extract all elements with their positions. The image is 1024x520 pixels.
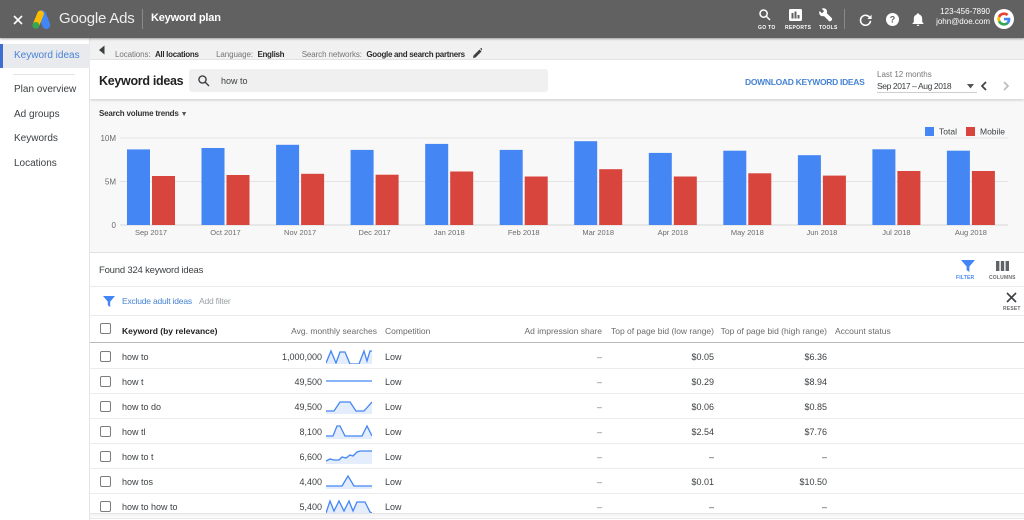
svg-text:Jun 2018: Jun 2018 [806, 228, 837, 237]
svg-text:Apr 2018: Apr 2018 [658, 228, 688, 237]
svg-text:Oct 2017: Oct 2017 [210, 228, 240, 237]
svg-text:10M: 10M [100, 134, 116, 143]
svg-text:May 2018: May 2018 [731, 228, 764, 237]
svg-text:Nov 2017: Nov 2017 [284, 228, 316, 237]
svg-text:5M: 5M [105, 178, 116, 187]
svg-text:Aug 2018: Aug 2018 [955, 228, 987, 237]
svg-text:Jan 2018: Jan 2018 [434, 228, 465, 237]
svg-text:Mar 2018: Mar 2018 [582, 228, 614, 237]
svg-text:Sep 2017: Sep 2017 [135, 228, 167, 237]
svg-text:Mobile: Mobile [980, 127, 1005, 137]
svg-text:Total: Total [939, 127, 957, 137]
svg-text:?: ? [890, 15, 896, 25]
svg-text:Dec 2017: Dec 2017 [359, 228, 391, 237]
svg-text:Jul 2018: Jul 2018 [882, 228, 910, 237]
svg-text:0: 0 [112, 221, 117, 230]
svg-text:Feb 2018: Feb 2018 [508, 228, 540, 237]
